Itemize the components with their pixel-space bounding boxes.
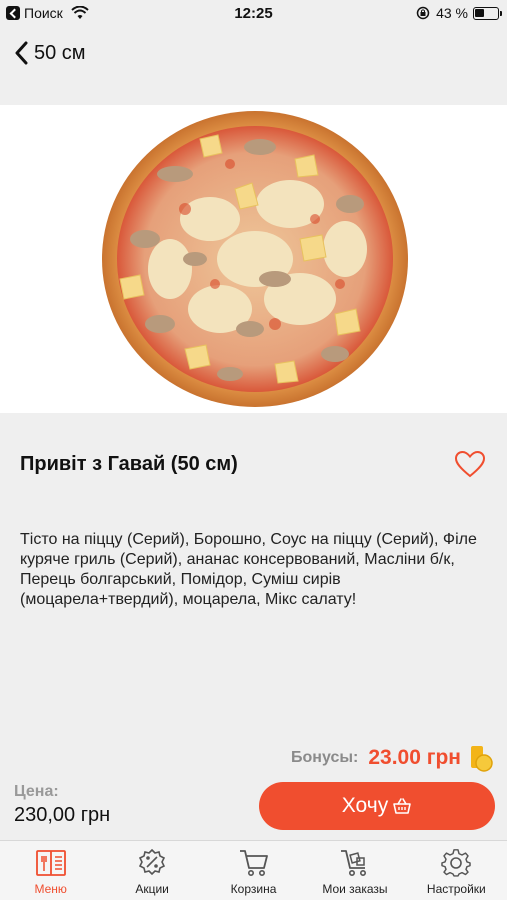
discount-icon	[139, 848, 166, 876]
tab-label: Меню	[34, 882, 67, 896]
product-image	[0, 105, 507, 413]
orders-cart-icon	[340, 850, 366, 876]
tab-bar: Меню Акции Корзина Мои заказы Настройки	[0, 840, 507, 900]
gear-icon	[441, 849, 472, 877]
cart-icon	[239, 850, 268, 876]
nav-bar: 50 см	[0, 28, 507, 78]
tab-label: Настройки	[426, 882, 486, 896]
pizza-image	[102, 111, 408, 407]
bonus-label: Бонусы:	[291, 749, 359, 766]
tab-label: Мои заказы	[322, 882, 388, 896]
tab-label: Акции	[135, 882, 169, 896]
menu-book-icon	[35, 850, 66, 876]
bonus-value: 23.00 грн	[368, 746, 461, 769]
price-label: Цена:	[14, 783, 59, 800]
want-button-label: Хочу	[341, 794, 389, 817]
tab-my-orders[interactable]: Мои заказы	[304, 841, 405, 900]
battery-percent: 43 %	[436, 5, 468, 21]
tab-settings[interactable]: Настройки	[406, 841, 507, 900]
want-button[interactable]: Хочу	[259, 782, 495, 830]
chevron-left-icon	[15, 41, 28, 65]
status-bar: Поиск 12:25 43 %	[0, 0, 507, 28]
bonus-row: Бонусы: 23.00 грн	[291, 744, 493, 772]
product-title: Привіт з Гавай (50 см)	[20, 453, 238, 475]
battery-icon	[473, 6, 502, 20]
back-button[interactable]: 50 см	[14, 41, 86, 65]
price-value: 230,00 грн	[14, 804, 111, 826]
favorite-heart-icon[interactable]	[454, 450, 486, 478]
product-description: Тісто на піццу (Серий), Борошно, Соус на…	[20, 531, 477, 608]
tab-label: Корзина	[230, 882, 277, 896]
basket-icon	[393, 798, 412, 814]
tab-promotions[interactable]: Акции	[101, 841, 202, 900]
nav-title: 50 см	[34, 41, 86, 64]
coins-icon	[471, 746, 493, 772]
rotation-lock-icon	[416, 6, 430, 20]
tab-menu[interactable]: Меню	[0, 841, 101, 900]
tab-cart[interactable]: Корзина	[203, 841, 304, 900]
status-right: 43 %	[416, 5, 502, 21]
